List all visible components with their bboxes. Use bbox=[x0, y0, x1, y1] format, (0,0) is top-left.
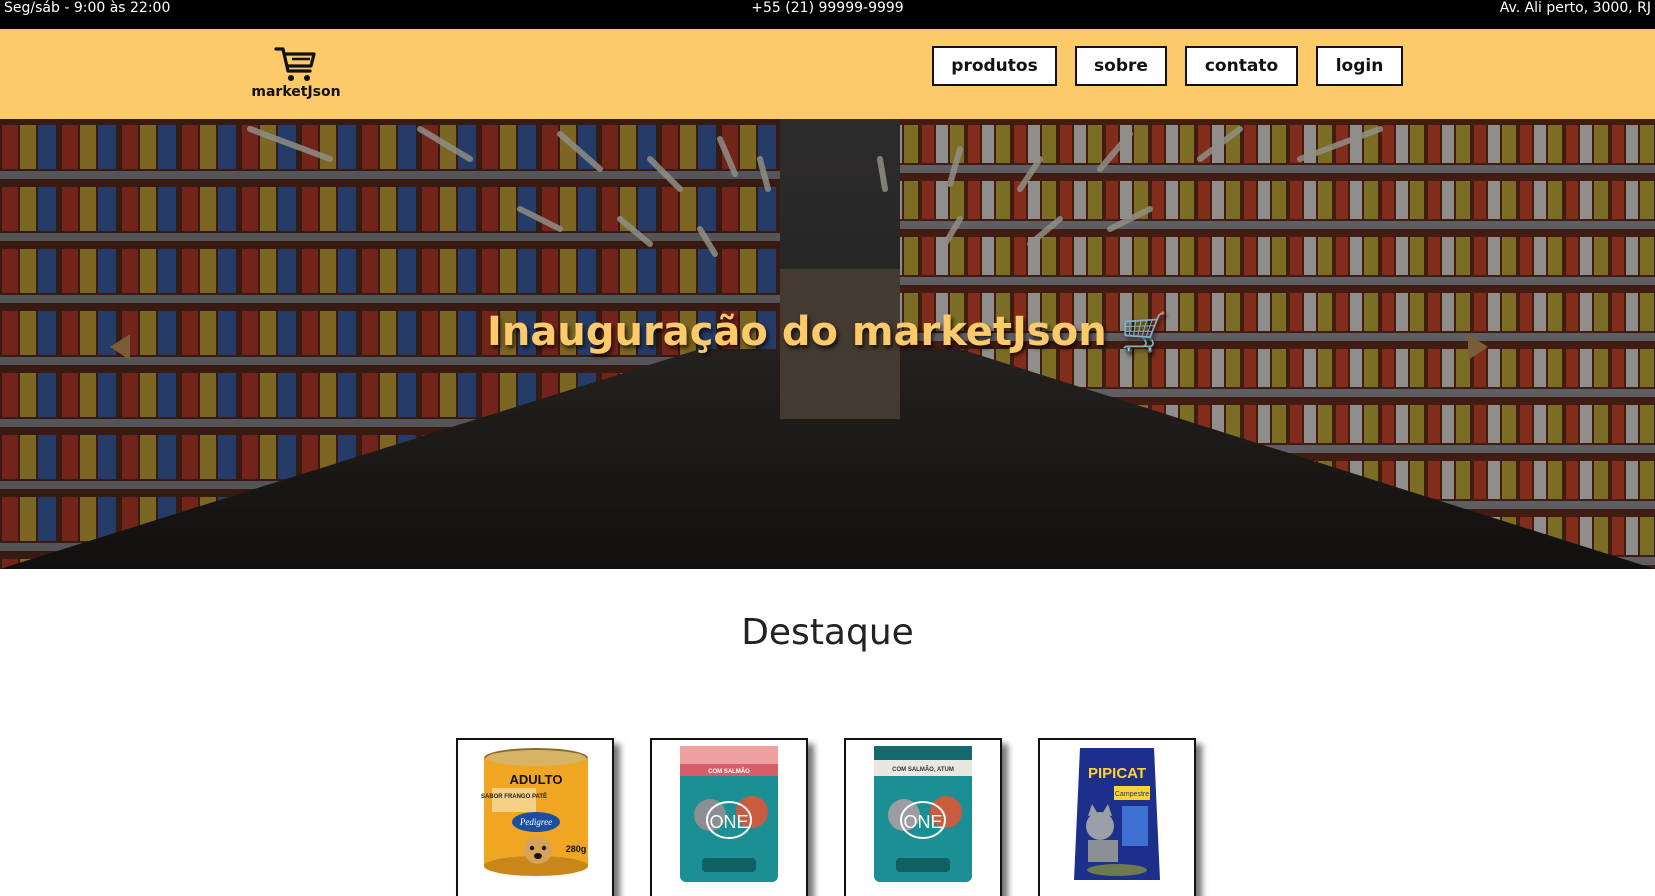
store-address: Av. Ali perto, 3000, RJ bbox=[1499, 0, 1651, 16]
product-brand: Pedigree bbox=[519, 817, 552, 827]
nav-produtos-button[interactable]: produtos bbox=[932, 46, 1057, 86]
pipicat-litter-bag-image: PIPICAT Campestre bbox=[1074, 748, 1160, 880]
shopping-cart-emoji-icon: 🛒 bbox=[1120, 310, 1168, 354]
purina-one-salmon-pouch-image: COM SALMÃO ONE bbox=[680, 746, 778, 882]
product-brand: ONE bbox=[709, 812, 748, 832]
product-flavor: COM SALMÃO bbox=[708, 768, 750, 775]
product-card[interactable]: COM SALMÃO, ATUM ONE bbox=[844, 738, 1002, 896]
hero-title-text: Inauguração do marketJson bbox=[487, 309, 1107, 355]
product-card[interactable]: ADULTO SABOR FRANGO PATÊ Pedigree 280g bbox=[456, 738, 614, 896]
hero-carousel: Inauguração do marketJson 🛒 bbox=[0, 119, 1655, 569]
product-brand: PIPICAT bbox=[1088, 765, 1146, 782]
shopping-cart-icon bbox=[274, 47, 316, 81]
product-flavor: SABOR FRANGO PATÊ bbox=[481, 792, 547, 800]
purina-one-multi-protein-pouch-image: COM SALMÃO, ATUM ONE bbox=[874, 746, 972, 882]
nav-login-button[interactable]: login bbox=[1316, 46, 1403, 86]
product-flavor: COM SALMÃO, ATUM bbox=[892, 766, 954, 773]
product-brand: ONE bbox=[903, 812, 942, 832]
logo-text: marketJson bbox=[251, 84, 341, 100]
pedigree-can-product-image: ADULTO SABOR FRANGO PATÊ Pedigree 280g bbox=[481, 748, 588, 876]
main-navbar: marketJson produtos sobre contato login bbox=[0, 29, 1655, 119]
featured-section-title: Destaque bbox=[741, 612, 914, 653]
product-card[interactable]: PIPICAT Campestre bbox=[1038, 738, 1196, 896]
nav-sobre-button[interactable]: sobre bbox=[1075, 46, 1167, 86]
arrow-left-icon[interactable] bbox=[110, 334, 130, 360]
arrow-right-icon[interactable] bbox=[1468, 334, 1488, 360]
top-info-bar: Seg/sáb - 9:00 às 22:00 +55 (21) 99999-9… bbox=[0, 0, 1655, 29]
product-weight: 280g bbox=[566, 844, 587, 854]
hero-title: Inauguração do marketJson 🛒 bbox=[0, 309, 1655, 355]
product-label-top: ADULTO bbox=[510, 772, 563, 787]
product-card[interactable]: COM SALMÃO ONE bbox=[650, 738, 808, 896]
phone-number: +55 (21) 99999-9999 bbox=[751, 0, 904, 16]
product-variant: Campestre bbox=[1115, 791, 1149, 798]
nav-contato-button[interactable]: contato bbox=[1185, 46, 1298, 86]
site-logo[interactable]: marketJson bbox=[248, 45, 344, 100]
